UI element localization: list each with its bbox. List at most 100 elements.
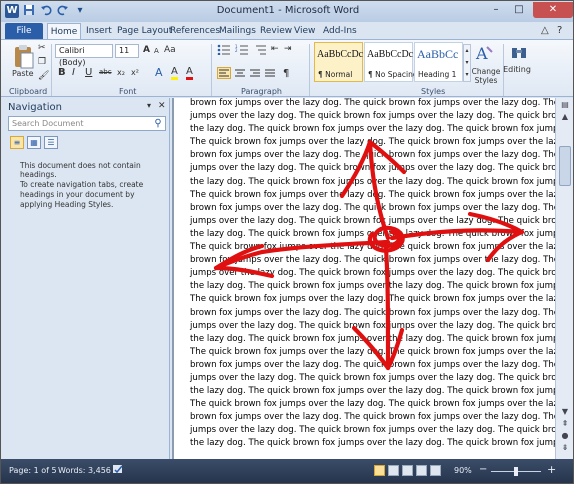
draft-view-button[interactable]	[430, 465, 441, 476]
maximize-button[interactable]: □	[508, 2, 530, 18]
previous-page-icon[interactable]: ⇞	[559, 419, 571, 428]
document-line[interactable]: jumps over the lazy dog. The quick brown…	[190, 162, 555, 175]
tab-home[interactable]: Home	[47, 23, 81, 40]
indent-icon[interactable]: ⇤	[271, 44, 279, 54]
align-center-icon[interactable]	[234, 68, 246, 81]
word-count[interactable]: Words: 3,456	[58, 466, 111, 475]
document-line[interactable]: The quick brown fox jumps over the lazy …	[190, 189, 555, 202]
ruler-toggle-icon[interactable]: ▤	[559, 100, 571, 109]
next-page-icon[interactable]: ⇟	[559, 443, 571, 452]
document-line[interactable]: jumps over the lazy dog. The quick brown…	[190, 110, 555, 123]
style-no-spacing[interactable]: AaBbCcDc ¶ No Spacing	[364, 42, 418, 82]
document-page[interactable]: brown fox jumps over the lazy dog. The q…	[174, 98, 555, 459]
outdent-icon[interactable]: ⇥	[284, 44, 292, 54]
outline-view-button[interactable]	[416, 465, 427, 476]
font-color-button[interactable]: A	[186, 66, 193, 80]
document-line[interactable]: the lazy dog. The quick brown fox jumps …	[190, 176, 555, 189]
change-case-button[interactable]: Aa	[164, 45, 176, 55]
document-line[interactable]: the lazy dog. The quick brown fox jumps …	[190, 123, 555, 136]
select-browse-object-icon[interactable]: ●	[559, 431, 571, 440]
print-layout-view-button[interactable]	[374, 465, 385, 476]
document-line[interactable]: the lazy dog. The quick brown fox jumps …	[190, 385, 555, 398]
browse-results-tab[interactable]: ☰	[44, 136, 58, 149]
grow-font-button[interactable]: A	[143, 45, 150, 55]
close-button[interactable]: ✕	[533, 2, 573, 18]
editing-button[interactable]: Editing	[503, 65, 531, 74]
show-hide-button[interactable]: ¶	[283, 68, 289, 79]
format-painter-icon[interactable]: 🖌	[38, 71, 49, 81]
minimize-button[interactable]: –	[485, 2, 507, 18]
browse-headings-tab[interactable]: ≡	[10, 136, 24, 149]
document-line[interactable]: The quick brown fox jumps over the lazy …	[190, 241, 555, 254]
binoculars-icon[interactable]	[510, 44, 528, 65]
document-line[interactable]: brown fox jumps over the lazy dog. The q…	[190, 98, 555, 110]
document-line[interactable]: The quick brown fox jumps over the lazy …	[190, 136, 555, 149]
tab-view[interactable]: View	[294, 23, 315, 40]
scrollbar-thumb[interactable]	[559, 146, 571, 186]
strikethrough-button[interactable]: abc	[99, 68, 112, 76]
document-line[interactable]: brown fox jumps over the lazy dog. The q…	[190, 254, 555, 267]
proofing-icon[interactable]	[112, 464, 124, 477]
document-line[interactable]: jumps over the lazy dog. The quick brown…	[190, 372, 555, 385]
font-size-combo[interactable]: 11	[115, 44, 139, 58]
zoom-in-button[interactable]: +	[547, 463, 556, 476]
document-line[interactable]: the lazy dog. The quick brown fox jumps …	[190, 228, 555, 241]
zoom-slider-handle[interactable]	[514, 467, 518, 476]
align-right-icon[interactable]	[249, 68, 261, 81]
close-icon[interactable]: ✕	[158, 101, 166, 111]
search-input[interactable]: Search Document	[8, 116, 166, 131]
document-line[interactable]: brown fox jumps over the lazy dog. The q…	[190, 411, 555, 424]
web-layout-button[interactable]	[402, 465, 413, 476]
document-line[interactable]: brown fox jumps over the lazy dog. The q…	[190, 149, 555, 162]
highlight-button[interactable]: A	[171, 66, 178, 80]
underline-button[interactable]: U	[85, 67, 92, 78]
scroll-up-icon[interactable]: ▲	[559, 112, 571, 121]
copy-icon[interactable]: ❐	[38, 57, 46, 67]
tab-review[interactable]: Review	[260, 23, 292, 40]
tab-references[interactable]: References	[170, 23, 220, 40]
style-heading-1[interactable]: AaBbCc Heading 1	[414, 42, 463, 82]
align-left-icon[interactable]	[217, 67, 231, 79]
document-line[interactable]: brown fox jumps over the lazy dog. The q…	[190, 307, 555, 320]
tab-insert[interactable]: Insert	[86, 23, 112, 40]
browse-pages-tab[interactable]: ▦	[27, 136, 41, 149]
document-line[interactable]: jumps over the lazy dog. The quick brown…	[190, 215, 555, 228]
zoom-level[interactable]: 90%	[454, 466, 472, 475]
multilevel-list-icon[interactable]	[253, 44, 267, 58]
scroll-down-icon[interactable]: ▼	[559, 407, 571, 416]
zoom-out-button[interactable]: −	[479, 464, 487, 475]
minimize-ribbon-icon[interactable]: △	[541, 25, 549, 36]
help-icon[interactable]: ?	[557, 25, 562, 36]
tab-add-ins[interactable]: Add-Ins	[323, 23, 357, 40]
tab-page-layout[interactable]: Page Layout	[117, 23, 172, 40]
italic-button[interactable]: I	[72, 67, 75, 78]
document-line[interactable]: the lazy dog. The quick brown fox jumps …	[190, 280, 555, 293]
document-line[interactable]: The quick brown fox jumps over the lazy …	[190, 293, 555, 306]
paste-button[interactable]: Paste	[12, 69, 34, 78]
font-name-combo[interactable]: Calibri (Body)	[55, 44, 113, 67]
document-line[interactable]: jumps over the lazy dog. The quick brown…	[190, 320, 555, 333]
pane-menu-icon[interactable]: ▾	[147, 101, 151, 110]
shrink-font-button[interactable]: A	[154, 47, 159, 55]
justify-icon[interactable]	[264, 68, 276, 81]
document-line[interactable]: the lazy dog. The quick brown fox jumps …	[190, 437, 555, 450]
document-line[interactable]: the lazy dog. The quick brown fox jumps …	[190, 333, 555, 346]
document-line[interactable]: jumps over the lazy dog. The quick brown…	[190, 424, 555, 437]
full-screen-reading-button[interactable]	[388, 465, 399, 476]
bold-button[interactable]: B	[58, 67, 66, 78]
bullets-icon[interactable]	[217, 44, 231, 58]
search-icon[interactable]: ⚲	[150, 116, 166, 131]
numbering-icon[interactable]: 12	[235, 44, 249, 58]
change-styles-button[interactable]: Change Styles	[471, 67, 501, 85]
cut-icon[interactable]: ✂	[38, 43, 46, 53]
document-line[interactable]: The quick brown fox jumps over the lazy …	[190, 346, 555, 359]
styles-scroll[interactable]: ▴ ▾ ▾	[463, 44, 471, 82]
vertical-scrollbar[interactable]: ▤ ▲ ▼ ⇞ ● ⇟	[555, 98, 573, 459]
change-styles-icon[interactable]: A	[474, 43, 494, 66]
document-body[interactable]: brown fox jumps over the lazy dog. The q…	[190, 98, 555, 451]
text-effects-button[interactable]: A	[155, 66, 163, 79]
page-count[interactable]: Page: 1 of 5	[9, 466, 57, 475]
document-line[interactable]: brown fox jumps over the lazy dog. The q…	[190, 359, 555, 372]
document-line[interactable]: The quick brown fox jumps over the lazy …	[190, 398, 555, 411]
document-line[interactable]: jumps over the lazy dog. The quick brown…	[190, 267, 555, 280]
